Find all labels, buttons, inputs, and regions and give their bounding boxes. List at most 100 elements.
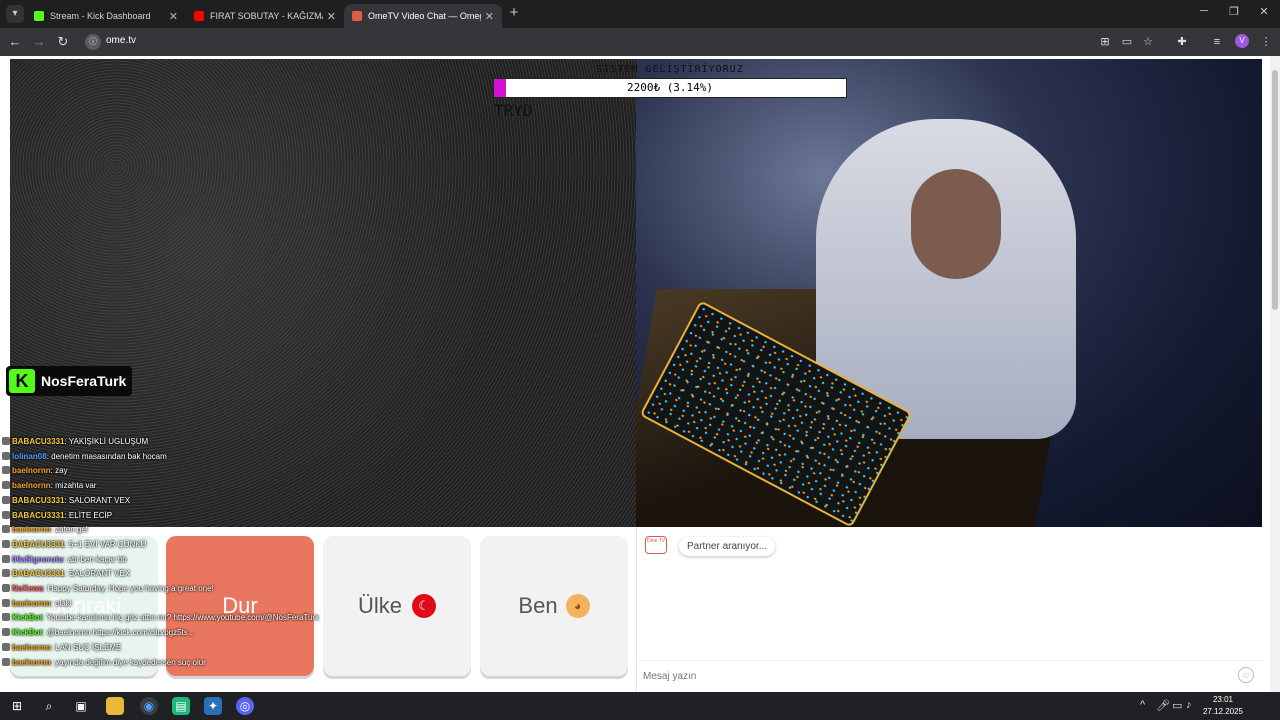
close-window-icon[interactable]: ✕ (1254, 5, 1274, 18)
me-button[interactable]: Ben ◕ (480, 536, 628, 676)
chat-message: lolinan08: denetim masasından bak hocam (2, 450, 342, 465)
chat-username[interactable]: KickBot (12, 628, 42, 637)
chat-text: SALORANT VEX (68, 495, 131, 505)
extensions-icon[interactable]: ✚ (1174, 34, 1190, 50)
country-label: Ülke (357, 593, 402, 618)
reload-icon[interactable]: ↻ (54, 33, 72, 51)
scrollbar-thumb[interactable] (1272, 70, 1278, 310)
kick-favicon-icon (34, 11, 44, 21)
chat-username[interactable]: baelnornn (12, 466, 51, 475)
head-shape (911, 169, 1001, 279)
tab-ometv[interactable]: OmeTV Video Chat — Omegle alternative ✕ (344, 4, 502, 28)
page-viewport: SİSTEM GELİŞTİRİYORUZ 2200₺ (3.14%) TRYD… (0, 56, 1280, 692)
badge-icon (2, 481, 10, 490)
emoji-icon[interactable]: ☺ (1238, 667, 1254, 683)
omnibox[interactable]: ⓘ ome.tv (80, 31, 1090, 53)
chat-message: BABACU3331: SALORANT VEX (2, 494, 342, 509)
forward-icon[interactable]: → (30, 33, 48, 51)
chat-username[interactable]: baelnornn (12, 481, 51, 490)
ometv-favicon-icon (352, 11, 362, 21)
chat-username[interactable]: lolinan08 (12, 452, 47, 461)
chat-username[interactable]: baelnornn (12, 658, 51, 667)
chat-username[interactable]: baelnornn (12, 643, 51, 652)
tab-kick-dashboard[interactable]: Stream - Kick Dashboard ✕ (26, 4, 186, 28)
chrome-icon[interactable]: ◉ (140, 697, 158, 715)
chat-username[interactable]: baelnornn (12, 599, 51, 608)
back-icon[interactable]: ← (6, 33, 24, 51)
clock[interactable]: 23:01 27.12.2025 (1196, 694, 1250, 718)
badge-icon (2, 657, 10, 666)
chat-text: YAKİŞİKLİ UGLUŞUM (68, 437, 149, 446)
ometv-logo: Ome TV (645, 536, 667, 554)
chat-username[interactable]: baelnornn (12, 525, 51, 534)
restore-icon[interactable]: ❐ (1224, 5, 1244, 18)
site-info-icon[interactable]: ⓘ (85, 34, 101, 50)
chat-username[interactable]: 06aSignorutu (12, 555, 63, 564)
search-icon[interactable]: ⌕ (40, 697, 58, 715)
chat-message: baelnornn: mizahta var (2, 479, 342, 494)
task-view-icon[interactable]: ▣ (72, 697, 90, 715)
discord-icon[interactable]: ◎ (236, 697, 254, 715)
network-icon[interactable]: ▭ (1172, 699, 1182, 712)
chat-text: Happy Saturday. Hope you having a great … (47, 584, 214, 594)
chat-message: BABACU3331: 5+1 EVİ VAR ÇÜNKÜ (2, 538, 342, 553)
start-icon[interactable]: ⊞ (8, 697, 26, 715)
kick-app-icon[interactable]: ▤ (172, 697, 190, 715)
chat-username[interactable]: KickBot (12, 613, 42, 622)
chat-username[interactable]: BABACU3331 (12, 540, 64, 549)
file-explorer-icon[interactable] (106, 697, 124, 715)
page-scrollbar[interactable] (1270, 56, 1280, 692)
badge-icon (2, 628, 10, 637)
text-chat-pane: Ome TV Partner aranıyor... ☺ (636, 527, 1262, 692)
badge-icon (2, 466, 10, 475)
chat-text: LAN SUÇ İŞLEME (55, 642, 122, 652)
badge-icon (2, 569, 10, 578)
chat-message: NoXewa: Happy Saturday. Hope you having … (2, 582, 342, 597)
app-icon[interactable]: ✦ (204, 697, 222, 715)
badge-icon (2, 598, 10, 607)
address-bar: ← → ↻ ⓘ ome.tv ⊞ ▭ ☆ ✚ ≡ ⋮ (0, 28, 1280, 56)
self-video (636, 59, 1262, 527)
tab-title: FIRAT SOBUTAY - KAĞIZMAN (Official... (210, 11, 323, 21)
badge-icon (2, 539, 10, 548)
badge-icon (2, 495, 10, 504)
chat-message: baelnornn: LAN SUÇ İŞLEME (2, 641, 342, 656)
chat-text: 5+1 EVİ VAR ÇÜNKÜ (68, 539, 147, 549)
chat-text: @baelnornn https://kick.com/clip/pgz5ts.… (46, 628, 195, 638)
tab-title: OmeTV Video Chat — Omegle alternative (368, 11, 481, 21)
cast-icon[interactable]: ▭ (1119, 34, 1135, 50)
volume-icon[interactable]: ♪ (1186, 699, 1192, 711)
chat-username[interactable]: BABACU3331 (12, 569, 64, 578)
close-tab-icon[interactable]: ✕ (485, 10, 494, 23)
translate-icon[interactable]: ⊞ (1097, 34, 1113, 50)
reading-list-icon[interactable]: ≡ (1209, 34, 1225, 50)
tray-chevron-icon[interactable]: ^ (1140, 699, 1145, 711)
microphone-icon[interactable]: 🎤︎ (1156, 699, 1170, 712)
taskbar: ⊞ ⌕ ▣ ◉ ▤ ✦ ◎ ^ 🎤︎ ▭ ♪ 23:01 27.12.2025 (0, 692, 1280, 720)
chat-username[interactable]: BABACU3331 (12, 496, 64, 505)
chat-username[interactable]: NoXewa (12, 584, 43, 593)
country-button[interactable]: Ülke ☾ (323, 536, 471, 676)
close-tab-icon[interactable]: ✕ (327, 10, 336, 23)
tab-youtube[interactable]: FIRAT SOBUTAY - KAĞIZMAN (Official... ✕ (186, 4, 344, 28)
badge-icon (2, 613, 10, 622)
bookmark-star-icon[interactable]: ☆ (1140, 34, 1156, 50)
donation-goal-text: 2200₺ (3.14%) (626, 81, 714, 94)
close-tab-icon[interactable]: ✕ (169, 10, 178, 23)
tab-search-button[interactable]: ▾ (6, 5, 24, 23)
chat-text: Youtube kanalıma hiç göz attın mı? https… (46, 613, 320, 623)
chat-text: yayında değilim diye kaydedersen suç olu… (55, 657, 206, 667)
kick-logo-icon: K (9, 369, 35, 393)
chat-text: zay (55, 466, 68, 476)
chat-username[interactable]: BABACU3331 (12, 437, 64, 446)
donation-goal-bar: 2200₺ (3.14%) (493, 78, 847, 98)
stream-chat-overlay: BABACU3331: YAKİŞİKLİ UGLUŞUM lolinan08: … (2, 435, 342, 692)
profile-avatar[interactable]: V (1235, 34, 1249, 48)
more-menu-icon[interactable]: ⋮ (1258, 34, 1274, 50)
chat-username[interactable]: BABACU3331 (12, 511, 64, 520)
message-input[interactable] (643, 667, 1233, 685)
partner-status: Partner aranıyor... (679, 537, 776, 556)
badge-icon (2, 451, 10, 460)
minimize-icon[interactable]: ─ (1194, 5, 1214, 17)
new-tab-button[interactable]: + (506, 4, 522, 22)
